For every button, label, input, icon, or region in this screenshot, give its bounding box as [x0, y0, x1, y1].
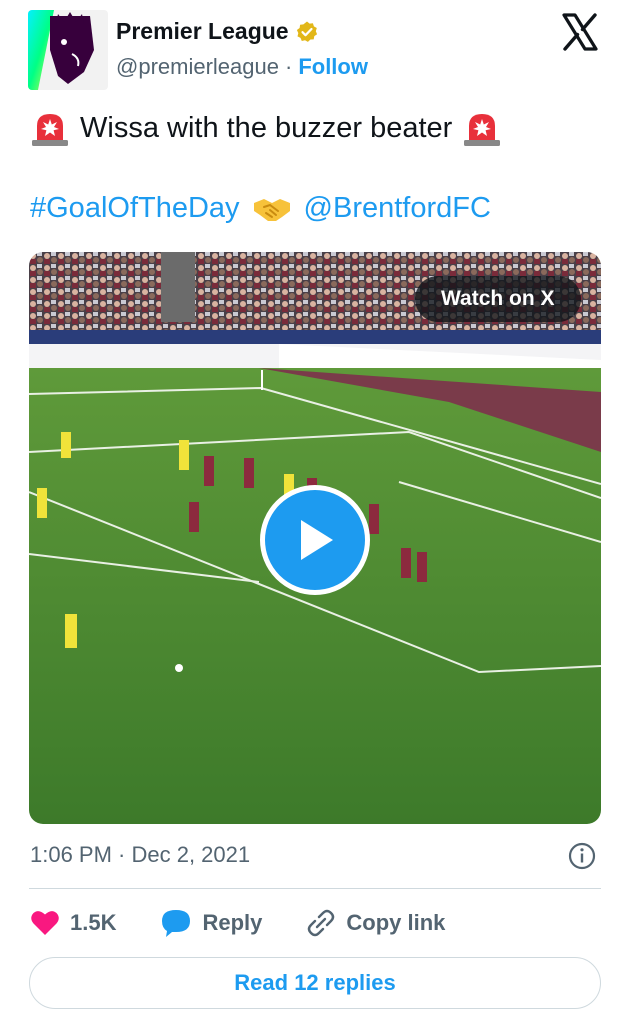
watch-on-x-button[interactable]: Watch on X	[415, 276, 581, 322]
video-media[interactable]: Watch on X	[29, 252, 601, 824]
link-icon	[308, 909, 335, 937]
author-handle[interactable]: @premierleague	[116, 54, 279, 80]
reply-bubble-icon	[162, 910, 191, 937]
follow-button[interactable]: Follow	[298, 54, 368, 80]
tweet-text: Wissa with the buzzer beater	[80, 111, 453, 144]
copy-link-button[interactable]: Copy link	[306, 908, 445, 938]
reply-label: Reply	[202, 910, 263, 935]
like-button[interactable]: 1.5K	[30, 909, 116, 937]
heart-icon	[31, 911, 59, 935]
avatar[interactable]	[28, 10, 108, 90]
handshake-icon	[253, 198, 290, 221]
x-logo-icon[interactable]	[560, 12, 600, 52]
reply-button[interactable]: Reply	[160, 908, 262, 938]
divider	[29, 888, 601, 889]
siren-icon	[32, 114, 68, 146]
info-icon[interactable]	[568, 842, 596, 870]
siren-icon	[464, 114, 501, 146]
tweet-text-line2: #GoalOfTheDay @BrentfordFC	[30, 192, 491, 225]
mention-link[interactable]: @BrentfordFC	[304, 192, 491, 225]
tweet-text-line1: Wissa with the buzzer beater	[30, 108, 502, 148]
author-name[interactable]: Premier League	[116, 18, 289, 45]
tweet-timestamp[interactable]: 1:06 PM · Dec 2, 2021	[30, 842, 250, 868]
play-button[interactable]	[260, 485, 370, 595]
hashtag-link[interactable]: #GoalOfTheDay	[30, 192, 240, 225]
tweet-embed-card: Premier League @premierleague · Follow W…	[0, 0, 623, 1024]
read-replies-button[interactable]: Read 12 replies	[29, 957, 601, 1009]
separator-dot: ·	[284, 54, 293, 79]
action-bar: 1.5K Reply Copy link	[30, 906, 445, 940]
handle-row: @premierleague · Follow	[116, 54, 368, 80]
copy-link-label: Copy link	[346, 910, 446, 935]
like-count: 1.5K	[70, 910, 117, 935]
author-row: Premier League	[116, 18, 319, 45]
verified-gold-badge-icon	[296, 21, 317, 42]
play-icon	[301, 520, 333, 560]
